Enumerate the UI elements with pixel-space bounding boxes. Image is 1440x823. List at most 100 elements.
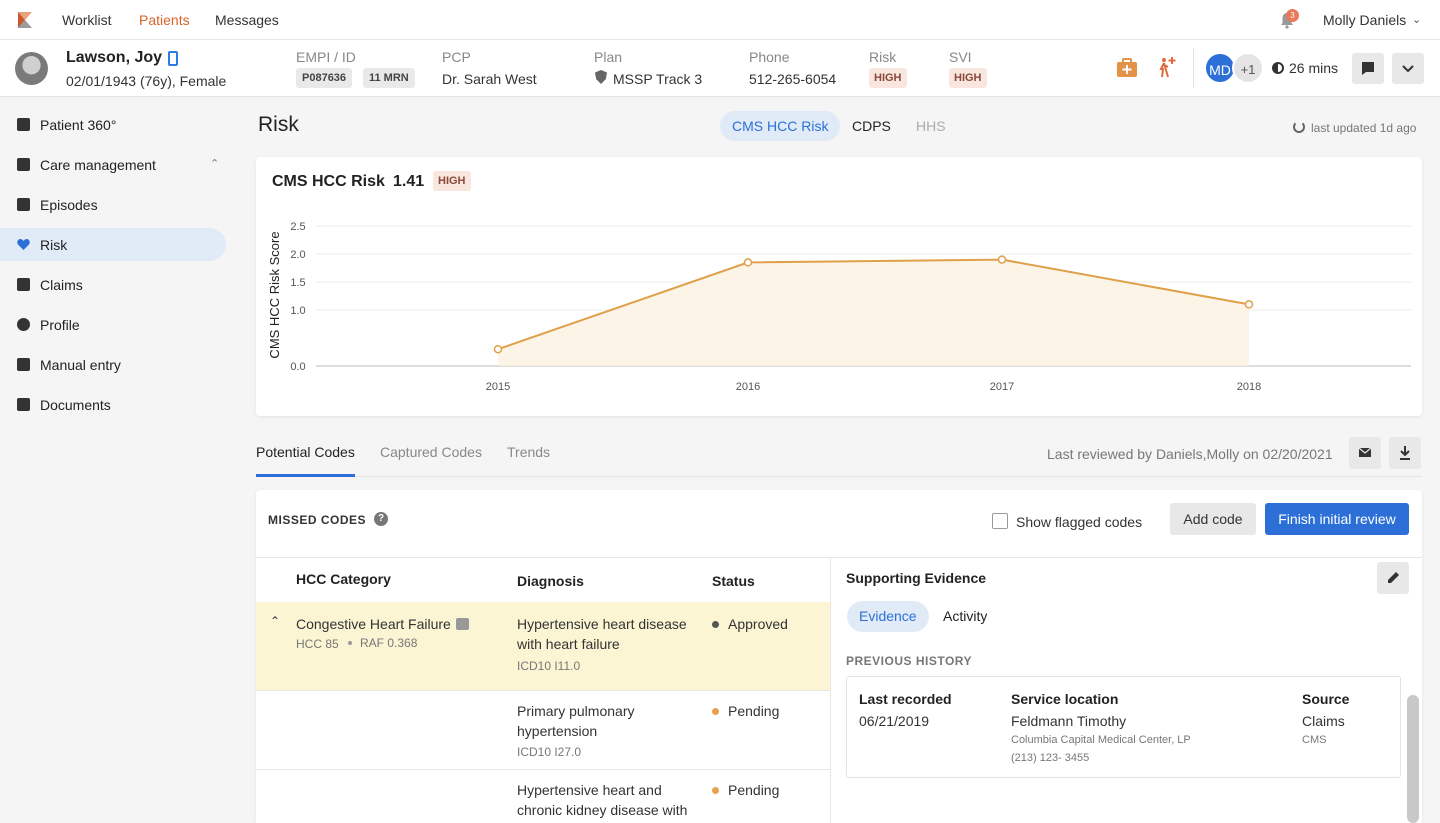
finish-review-button[interactable]: Finish initial review (1265, 503, 1409, 535)
show-flagged-label[interactable]: Show flagged codes (1016, 514, 1142, 530)
refresh-icon[interactable] (1293, 121, 1305, 133)
last-reviewed: Last reviewed by Daniels,Molly on 02/20/… (1047, 446, 1333, 462)
sidebar-item-documents[interactable]: Documents (0, 388, 226, 421)
tab-potential-codes[interactable]: Potential Codes (256, 444, 355, 460)
x-tick-label: 2017 (990, 381, 1014, 393)
message-button[interactable] (1352, 53, 1384, 84)
sidebar-item-manual-entry[interactable]: Manual entry (0, 348, 226, 381)
walking-person-icon[interactable] (1154, 56, 1178, 80)
sidebar-item-risk[interactable]: Risk (0, 228, 226, 261)
heart-icon (17, 238, 30, 251)
nav-messages[interactable]: Messages (215, 12, 279, 28)
sidebar-item-patient-360[interactable]: Patient 360° (0, 108, 226, 141)
divider (256, 557, 1422, 558)
pcp-value: Dr. Sarah West (442, 71, 537, 87)
divider (1193, 48, 1194, 88)
risk-score: 1.41 (393, 173, 425, 190)
tabs-divider (256, 476, 1422, 477)
status-dot (712, 787, 719, 794)
data-point[interactable] (997, 255, 1007, 264)
active-tab-indicator (256, 474, 355, 477)
y-tick-label: 2.0 (290, 249, 305, 261)
service-location-value: Feldmann Timothy (1011, 713, 1127, 729)
service-location-detail: Columbia Capital Medical Center, LP (1011, 734, 1191, 746)
chevron-up-icon[interactable]: ⌃ (210, 157, 219, 170)
phone-value: 512-265-6054 (749, 71, 837, 87)
shield-icon (595, 70, 607, 84)
column-divider (830, 558, 831, 823)
scrollbar[interactable] (1407, 695, 1419, 823)
x-tick-label: 2016 (736, 381, 760, 393)
tab-trends[interactable]: Trends (507, 444, 550, 460)
list-icon (17, 278, 30, 291)
medical-kit-icon[interactable] (1115, 56, 1139, 80)
icd-code: ICD10 I11.0 (517, 659, 581, 673)
app-logo-icon[interactable] (15, 10, 35, 30)
sidebar-item-claims[interactable]: Claims (0, 268, 226, 301)
chevron-down-icon[interactable]: ⌄ (1412, 13, 1421, 26)
tab-hhs[interactable]: HHS (904, 111, 958, 141)
supporting-evidence-title: Supporting Evidence (846, 570, 987, 586)
y-axis-label: CMS HCC Risk Score (267, 231, 282, 358)
x-tick-label: 2015 (486, 381, 510, 393)
last-recorded-label: Last recorded (859, 691, 952, 707)
edit-button[interactable] (1377, 562, 1409, 594)
more-members-avatar[interactable]: +1 (1232, 52, 1264, 84)
patient-avatar (15, 52, 48, 85)
tab-evidence[interactable]: Evidence (847, 601, 929, 632)
tab-cms-hcc-risk[interactable]: CMS HCC Risk (720, 111, 841, 141)
source-detail: CMS (1302, 734, 1327, 746)
source-label: Source (1302, 691, 1350, 707)
sidebar-item-label: Risk (40, 237, 68, 253)
svi-badge: HIGH (949, 68, 987, 88)
show-flagged-checkbox[interactable] (992, 513, 1008, 529)
status-text: Pending (728, 782, 780, 798)
bar-chart-icon[interactable] (456, 618, 469, 630)
tab-cdps[interactable]: CDPS (840, 111, 903, 141)
download-button[interactable] (1389, 437, 1421, 469)
service-location-label: Service location (1011, 691, 1119, 707)
data-point[interactable] (1244, 300, 1254, 309)
risk-label: Risk (869, 49, 897, 65)
pcp-label: PCP (442, 49, 471, 65)
timer-value: 26 mins (1289, 60, 1339, 76)
sidebar-item-episodes[interactable]: Episodes (0, 188, 226, 221)
risk-badge: HIGH (869, 68, 907, 88)
sidebar-item-label: Profile (40, 317, 80, 333)
sidebar: Patient 360° Care management ⌃ Episodes … (0, 98, 240, 823)
mobile-phone-icon[interactable] (168, 51, 178, 66)
expand-button[interactable] (1392, 53, 1424, 84)
column-header-hcc[interactable]: HCC Category (296, 571, 391, 587)
nav-worklist[interactable]: Worklist (62, 12, 112, 28)
y-tick-label: 1.0 (290, 305, 305, 317)
add-code-button[interactable]: Add code (1170, 503, 1256, 535)
page-title: Risk (258, 113, 299, 136)
risk-line-chart: 0.0 1.0 1.5 2.0 2.5 2015 2016 2017 2018 CMS HCC… (267, 221, 1411, 393)
email-button[interactable] (1349, 437, 1381, 469)
nav-patients[interactable]: Patients (139, 12, 190, 28)
status-text: Approved (728, 616, 788, 632)
message-icon (1362, 62, 1374, 75)
column-header-status[interactable]: Status (712, 573, 755, 589)
data-point[interactable] (743, 258, 753, 267)
y-tick-label: 1.5 (290, 277, 305, 289)
sidebar-item-care-management[interactable]: Care management ⌃ (0, 148, 226, 181)
sidebar-item-label: Episodes (40, 197, 98, 213)
service-location-phone: (213) 123- 3455 (1011, 752, 1090, 764)
help-icon[interactable]: ? (374, 512, 388, 526)
patient-header: Lawson, Joy 02/01/1943 (76y), Female EMP… (0, 40, 1440, 97)
clipboard-icon (17, 118, 30, 131)
column-header-diagnosis[interactable]: Diagnosis (517, 573, 584, 589)
chevron-up-icon[interactable]: ⌃ (270, 614, 280, 628)
data-point[interactable] (493, 344, 503, 354)
user-menu[interactable]: Molly Daniels (1323, 12, 1406, 28)
tab-activity[interactable]: Activity (931, 601, 999, 632)
x-tick-label: 2018 (1237, 381, 1261, 393)
timer-icon (1272, 62, 1284, 74)
sidebar-item-profile[interactable]: Profile (0, 308, 226, 341)
email-icon (1358, 447, 1372, 457)
chart-title: CMS HCC Risk (272, 173, 385, 190)
sidebar-item-label: Patient 360° (40, 117, 117, 133)
tab-captured-codes[interactable]: Captured Codes (380, 444, 482, 460)
y-tick-label: 0.0 (290, 361, 305, 373)
